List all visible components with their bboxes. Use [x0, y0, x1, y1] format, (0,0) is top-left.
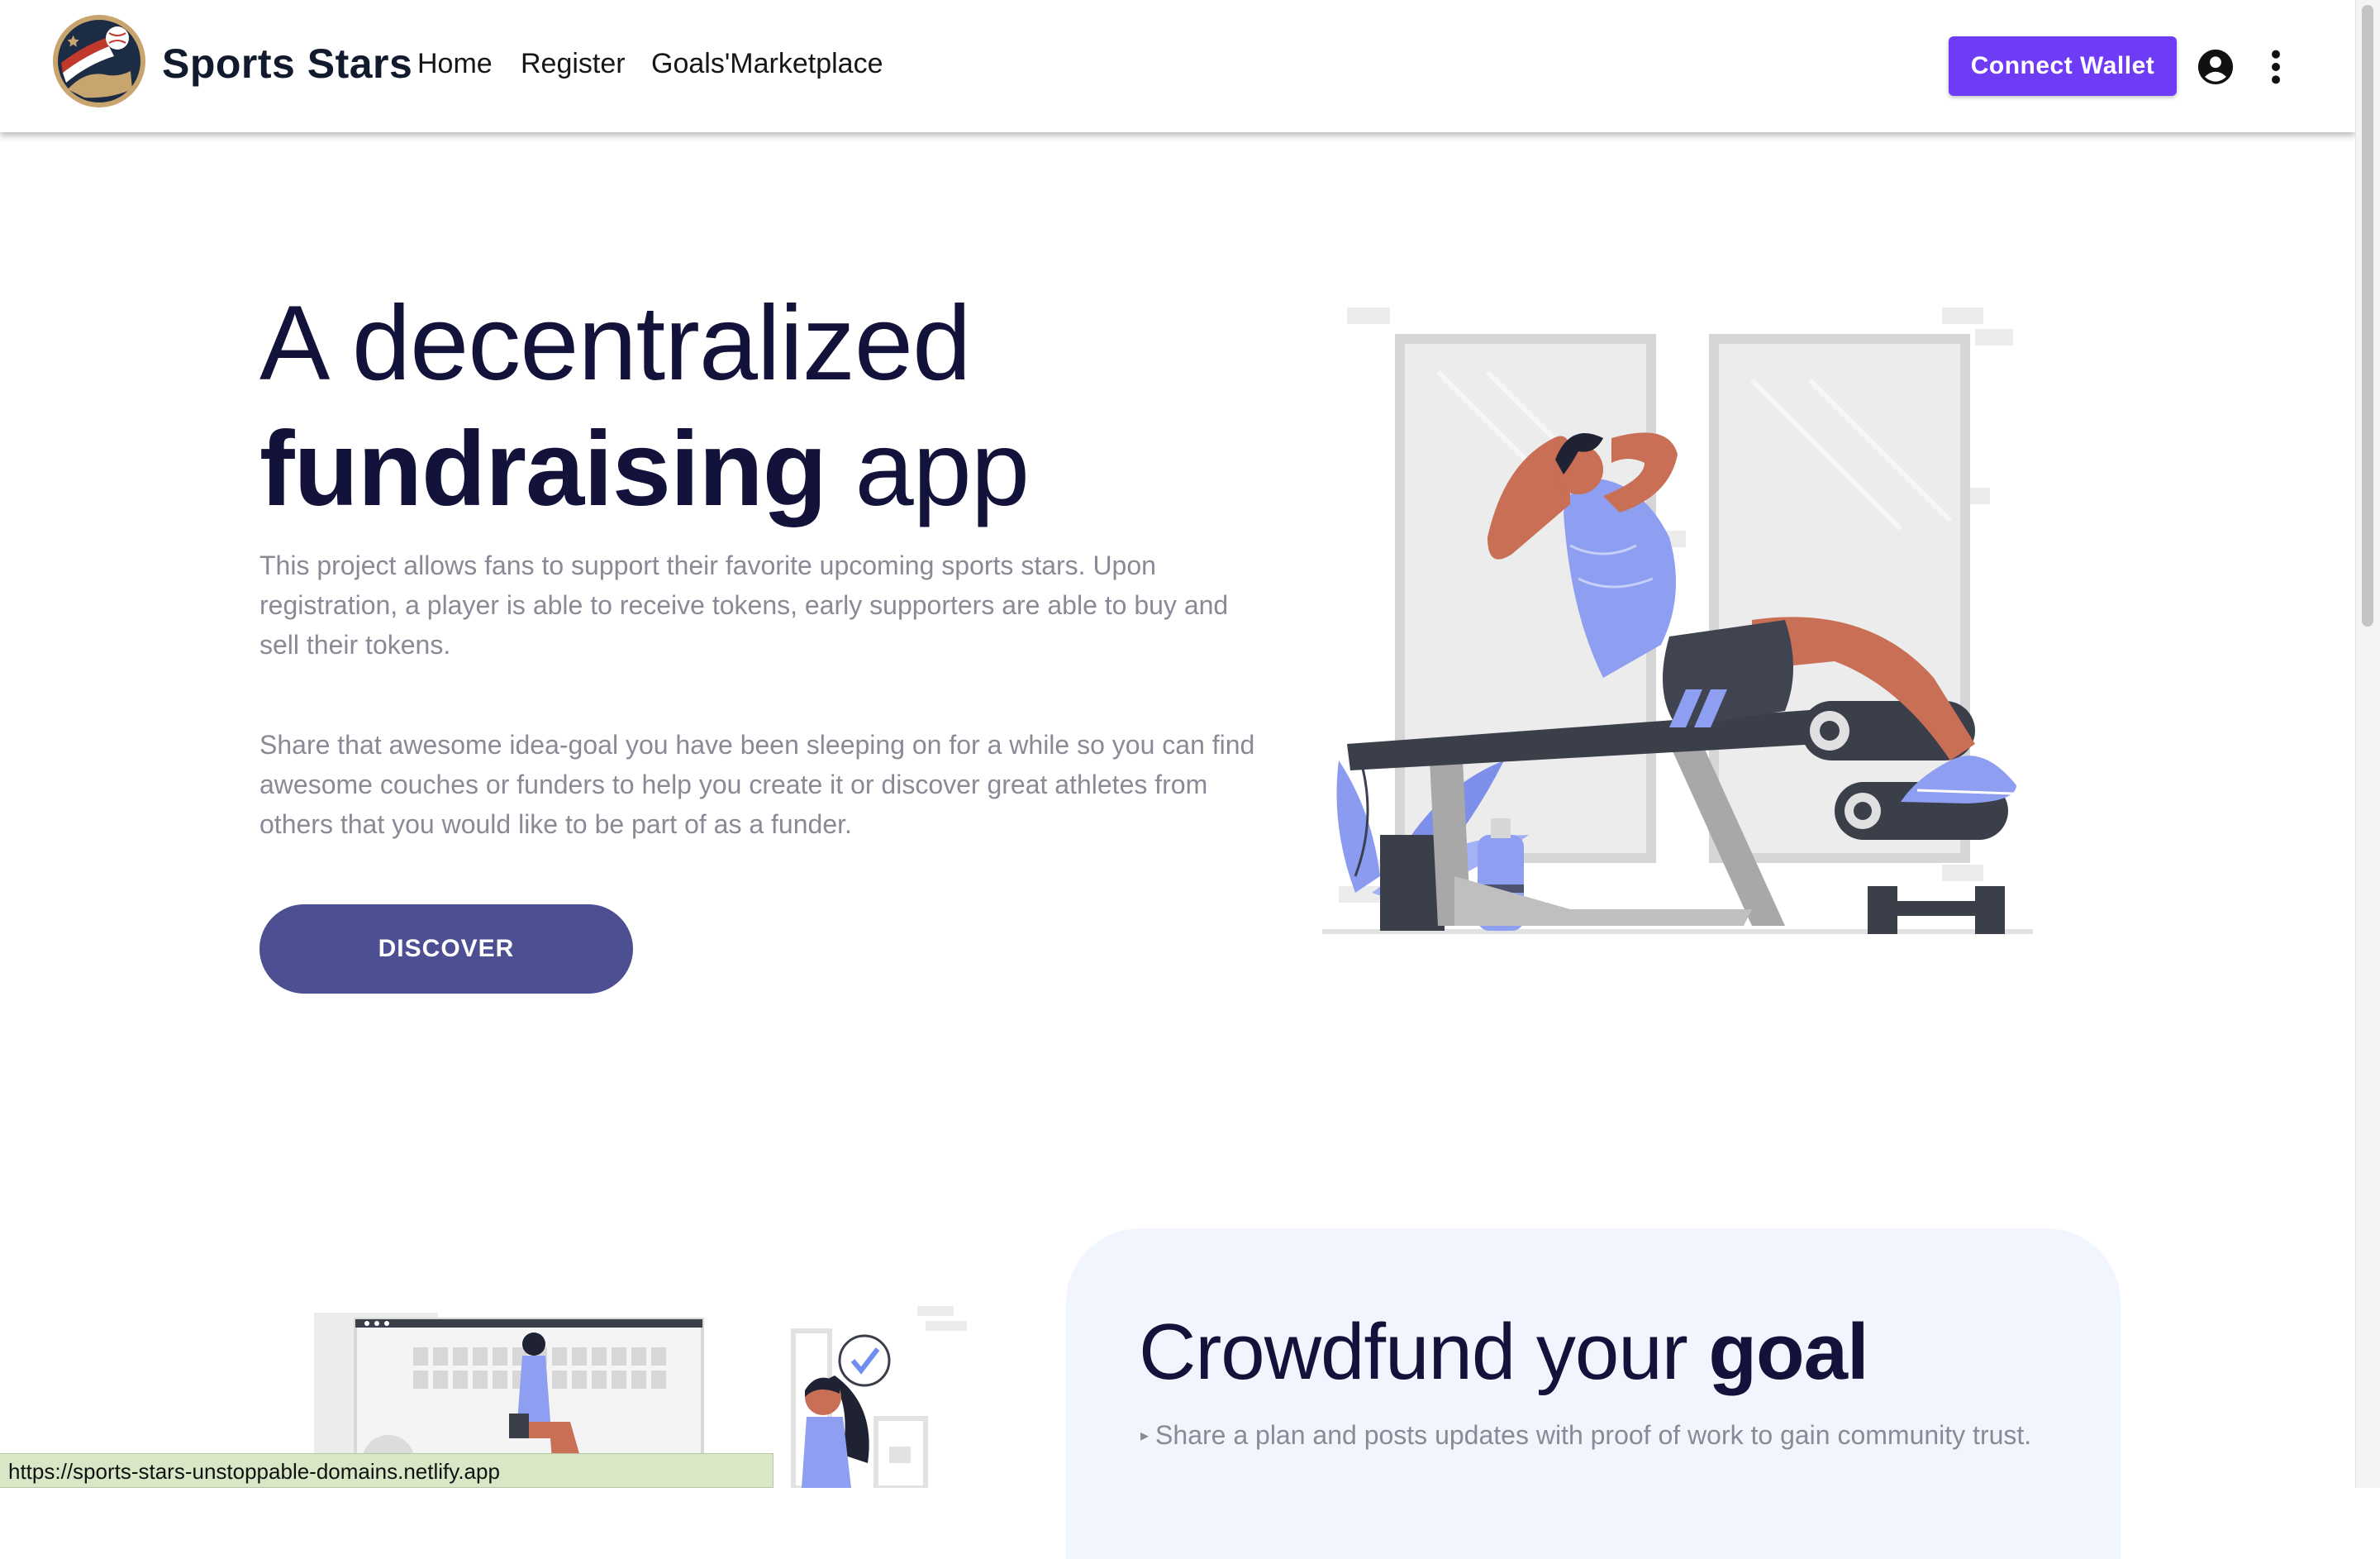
brand-name[interactable]: Sports Stars — [162, 40, 412, 88]
nav-home-link[interactable]: Home — [417, 48, 493, 80]
nav-register-link[interactable]: Register — [521, 48, 626, 80]
crowdfund-feature-item: ▸ Share a plan and posts updates with pro… — [1140, 1415, 2033, 1459]
top-navigation-bar: Sports Stars Home Register Goals'Marketp… — [0, 0, 2355, 132]
hero-title-line1: A decentralized — [259, 284, 971, 403]
more-vert-icon[interactable] — [2264, 48, 2287, 86]
workout-illustration — [1322, 308, 2033, 934]
hero-share-text: Share that awesome idea-goal you have be… — [259, 730, 1255, 839]
discover-button[interactable]: DISCOVER — [259, 904, 633, 994]
hero-title-bold: fundraising — [259, 410, 827, 528]
crowdfund-title: Crowdfund your goal — [1139, 1303, 1869, 1402]
crowdfund-title-bold: goal — [1708, 1308, 1868, 1396]
sports-stars-logo[interactable] — [51, 13, 147, 109]
hero-title: A decentralized fundraising app — [259, 281, 1334, 532]
hero-description: This project allows fans to support thei… — [259, 551, 1229, 660]
crowdfund-card: Crowdfund your goal ▸ Share a plan and po… — [1066, 1228, 2121, 1559]
bullet-icon: ▸ — [1140, 1427, 1150, 1445]
crowdfund-title-text: Crowdfund your — [1139, 1308, 1709, 1396]
connect-wallet-button[interactable]: Connect Wallet — [1949, 36, 2177, 96]
nav-goals-marketplace-link[interactable]: Goals'Marketplace — [651, 48, 883, 80]
account-circle-icon[interactable] — [2197, 48, 2235, 86]
crowdfund-feature-text: Share a plan and posts updates with proo… — [1155, 1420, 2032, 1450]
link-status-bar: https://sports-stars-unstoppable-domains… — [0, 1453, 774, 1488]
page-scrollbar-thumb[interactable] — [2362, 5, 2373, 627]
hero-title-suffix: app — [826, 410, 1030, 528]
